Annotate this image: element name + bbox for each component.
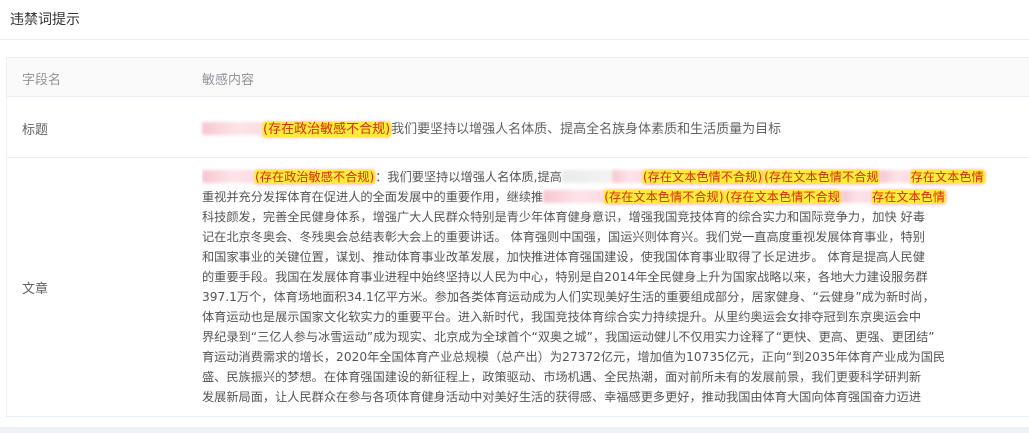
article-line: 记在北京冬奥会、冬残奥会总结表彰大会上的重要讲话。 体育强则中国强，国运兴则体育…	[202, 230, 925, 244]
table-row: 标题 (存在政治敏感不合规)我们要坚持以增强人名体质、提高全名族身体素质和生活质…	[7, 97, 1029, 158]
article-line: 界纪录到“三亿人参与冰雪运动”成为现实、北京成为全球首个“双奥之城”，我国运动健…	[202, 330, 935, 344]
article-line: 育运动消费需求的增长，2020年全国体育产业总规模（总产出）为27372亿元，增…	[202, 350, 946, 364]
masked-word	[543, 190, 604, 203]
violation-flag: (存在政治敏感不合规)	[254, 170, 376, 184]
horizontal-scrollbar[interactable]	[0, 427, 1029, 433]
title-content: (存在政治敏感不合规)我们要坚持以增强人名体质、提高全名族身体素质和生活质量为目…	[202, 118, 781, 137]
field-name-article: 文章	[22, 282, 49, 297]
masked-word	[611, 170, 642, 183]
dialog-header: 违禁词提示	[0, 0, 1029, 40]
column-header-field: 字段名	[22, 73, 62, 88]
article-line: 盛、民族振兴的梦想。在体育强国建设的新征程上，政策驱动、市场机遇、全民热潮，面对…	[202, 370, 922, 384]
table-row: 文章 (存在政治敏感不合规)：我们要坚持以增强人名体质,提高 (存在文本色情不合规…	[7, 158, 1029, 416]
violation-flag: 存在文本色情	[870, 190, 947, 204]
violation-flag: (存在文本色情不合规)	[603, 190, 725, 204]
column-header-content: 敏感内容	[202, 73, 255, 88]
violation-flag: (存在文本色情不合规)	[641, 170, 764, 184]
violation-flag: (存在文本色情不合规	[724, 190, 841, 204]
article-line: 发展新局面，让人民群众在参与各项体育健身活动中对美好生活的获得感、幸福感更多更好…	[202, 390, 922, 404]
article-line: 科技颜发，完善全民健身体系，增强广大人民群众特别是青少年体育健身意识，增强我国竞…	[202, 210, 925, 224]
table-header-row: 字段名 敏感内容	[7, 58, 1029, 97]
violation-flag: 存在文本色情	[909, 170, 985, 184]
masked-word	[879, 170, 910, 183]
article-line: 重视并充分发挥体育在促进人的全面发展中的重要作用，继续推 (存在文本色情不合规)(…	[202, 190, 947, 204]
field-name-title: 标题	[22, 123, 49, 138]
sensitive-words-table: 字段名 敏感内容 标题 (存在政治敏感不合规)我们要坚持以增强人名体质、提高全名…	[6, 57, 1029, 417]
article-line: 397.1万个，体育场地面积34.1亿平方米。参加各类体育运动成为人们实现美好生…	[202, 290, 935, 304]
masked-word	[840, 190, 871, 203]
masked-word	[202, 122, 262, 135]
violation-flag: (存在文本色情不合规	[763, 170, 880, 184]
article-content: (存在政治敏感不合规)：我们要坚持以增强人名体质,提高 (存在文本色情不合规) (存…	[202, 167, 1029, 413]
masked-word	[202, 170, 254, 183]
violation-flag: (存在政治敏感不合规)	[262, 122, 392, 137]
article-line: (存在政治敏感不合规)：我们要坚持以增强人名体质,提高 (存在文本色情不合规) (存…	[202, 167, 1029, 187]
article-line: 体育运动也是展示国家文化软实力的重要平台。进入新时代，我国竞技体育综合实力持续提…	[202, 310, 922, 324]
masked-word	[561, 170, 612, 183]
article-line: 的重要手段。我国在发展体育事业进程中始终坚持以人民为中心，特别是自2014年全民…	[202, 270, 928, 284]
dialog-title: 违禁词提示	[10, 12, 80, 28]
title-text: 我们要坚持以增强人名体质、提高全名族身体素质和生活质量为目标	[391, 122, 782, 137]
article-line: 和国家事业的关键位置，谋划、推动体育事业改革发展，加快推进体育强国建设，使我国体…	[202, 250, 925, 264]
